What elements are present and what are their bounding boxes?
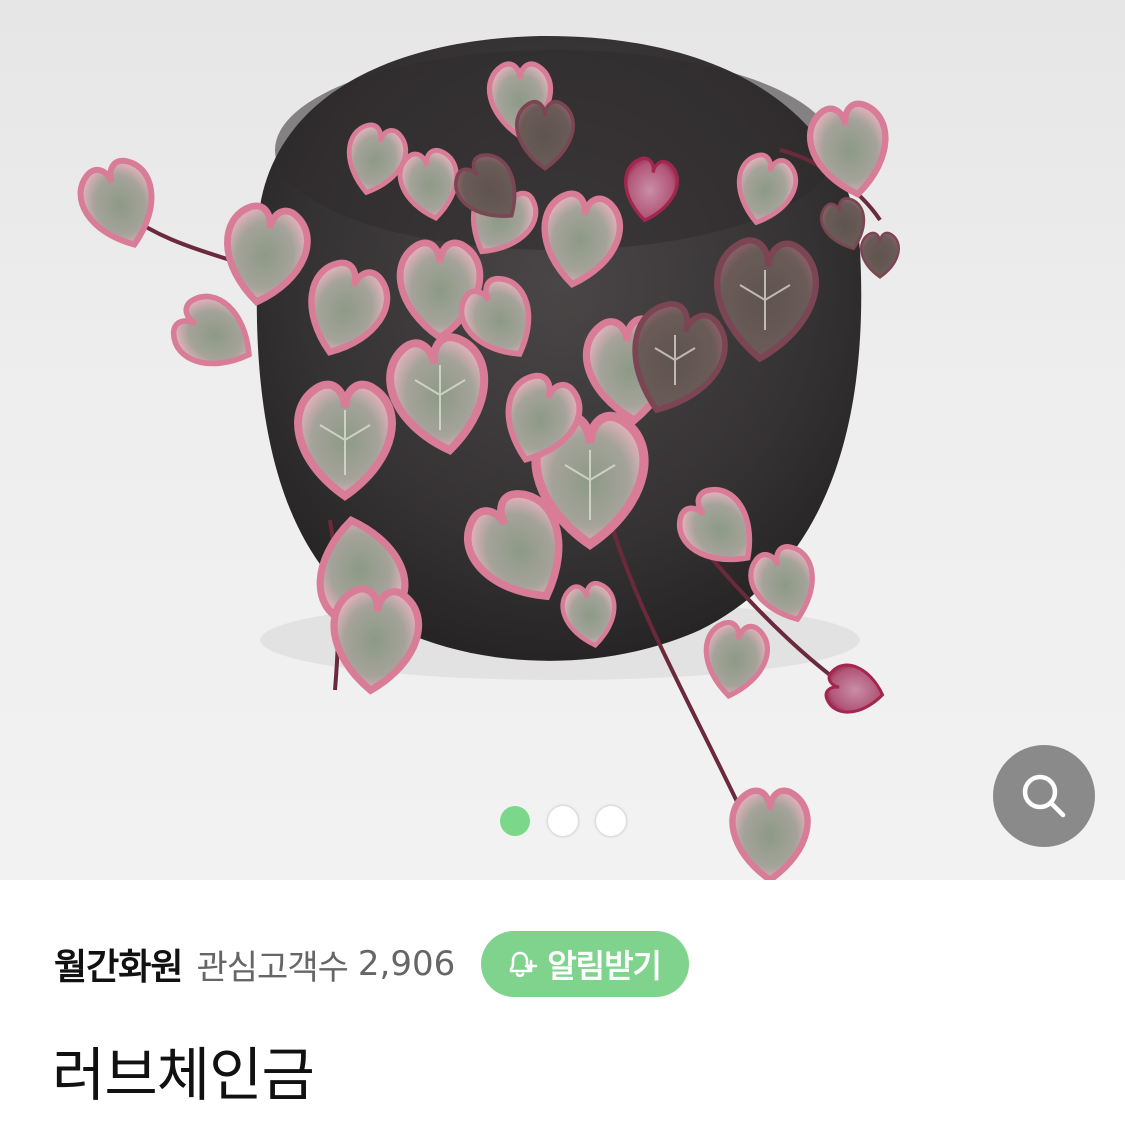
carousel-dot-3[interactable] [596, 806, 626, 836]
zoom-button[interactable] [993, 745, 1095, 847]
carousel-dot-1[interactable] [500, 806, 530, 836]
carousel-indicators [500, 806, 626, 836]
search-icon [1022, 774, 1066, 818]
store-info-row: 월간화원 관심고객수 2,906 알림받기 [54, 930, 689, 998]
carousel-dot-2[interactable] [548, 806, 578, 836]
bell-plus-icon [509, 951, 538, 978]
product-image[interactable] [0, 0, 1125, 880]
plant-illustration [0, 35, 900, 880]
follower-count: 2,906 [357, 944, 456, 984]
notify-button[interactable]: 알림받기 [481, 931, 689, 997]
follower-label: 관심고객수 [196, 947, 348, 988]
product-page: 월간화원 관심고객수 2,906 알림받기 러브체인금 [0, 0, 1125, 1126]
product-title: 러브체인금 [52, 1041, 315, 1109]
notify-label: 알림받기 [547, 947, 662, 985]
store-name[interactable]: 월간화원 [54, 938, 183, 990]
